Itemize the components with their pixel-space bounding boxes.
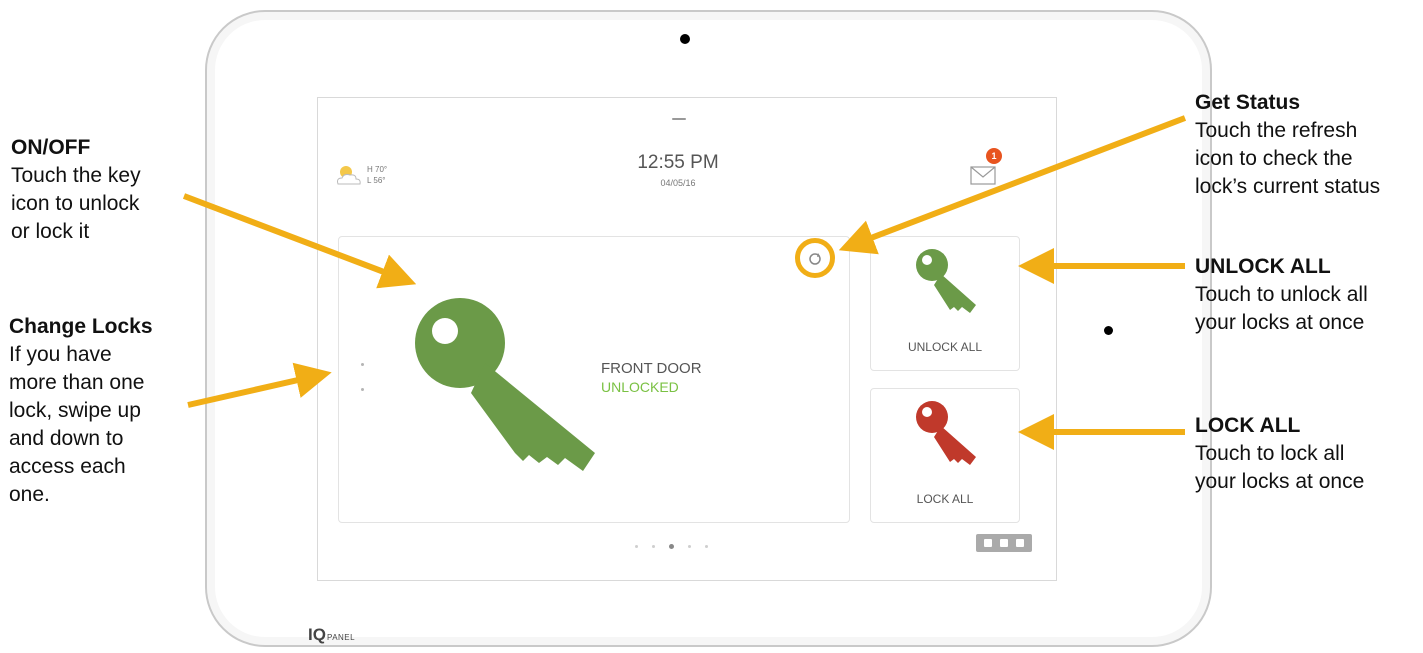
annotation-line: Touch to unlock all: [1195, 283, 1368, 306]
annotation-line: Touch the refresh: [1195, 119, 1358, 142]
annotation-line: If you have: [9, 343, 112, 366]
annotation-lock-all: LOCK ALL Touch to lock all your locks at…: [1195, 412, 1364, 496]
annotation-title: UNLOCK ALL: [1195, 255, 1331, 278]
annotation-unlock-all: UNLOCK ALL Touch to unlock all your lock…: [1195, 253, 1368, 337]
annotation-line: one.: [9, 483, 50, 506]
annotation-line: Touch the key: [11, 164, 141, 187]
annotation-line: icon to unlock: [11, 192, 140, 215]
annotation-line: and down to: [9, 427, 124, 450]
annotation-line: lock, swipe up: [9, 399, 141, 422]
arrow-on-off: [182, 193, 417, 289]
annotation-change-locks: Change Locks If you have more than one l…: [9, 313, 153, 509]
annotation-on-off: ON/OFF Touch the key icon to unlock or l…: [11, 134, 141, 246]
annotation-title: Change Locks: [9, 315, 153, 338]
annotation-line: Touch to lock all: [1195, 442, 1345, 465]
annotation-line: your locks at once: [1195, 311, 1365, 334]
annotation-line: icon to check the: [1195, 147, 1353, 170]
annotation-get-status: Get Status Touch the refresh icon to che…: [1195, 89, 1380, 201]
annotation-title: ON/OFF: [11, 136, 91, 159]
annotation-line: your locks at once: [1195, 470, 1365, 493]
arrow-change-locks: [187, 362, 332, 408]
annotation-line: or lock it: [11, 220, 90, 243]
annotation-title: Get Status: [1195, 91, 1301, 114]
arrow-get-status: [838, 115, 1187, 255]
annotation-line: lock’s current status: [1195, 175, 1381, 198]
annotation-line: more than one: [9, 371, 145, 394]
annotation-line: access each: [9, 455, 126, 478]
annotation-title: LOCK ALL: [1195, 414, 1301, 437]
